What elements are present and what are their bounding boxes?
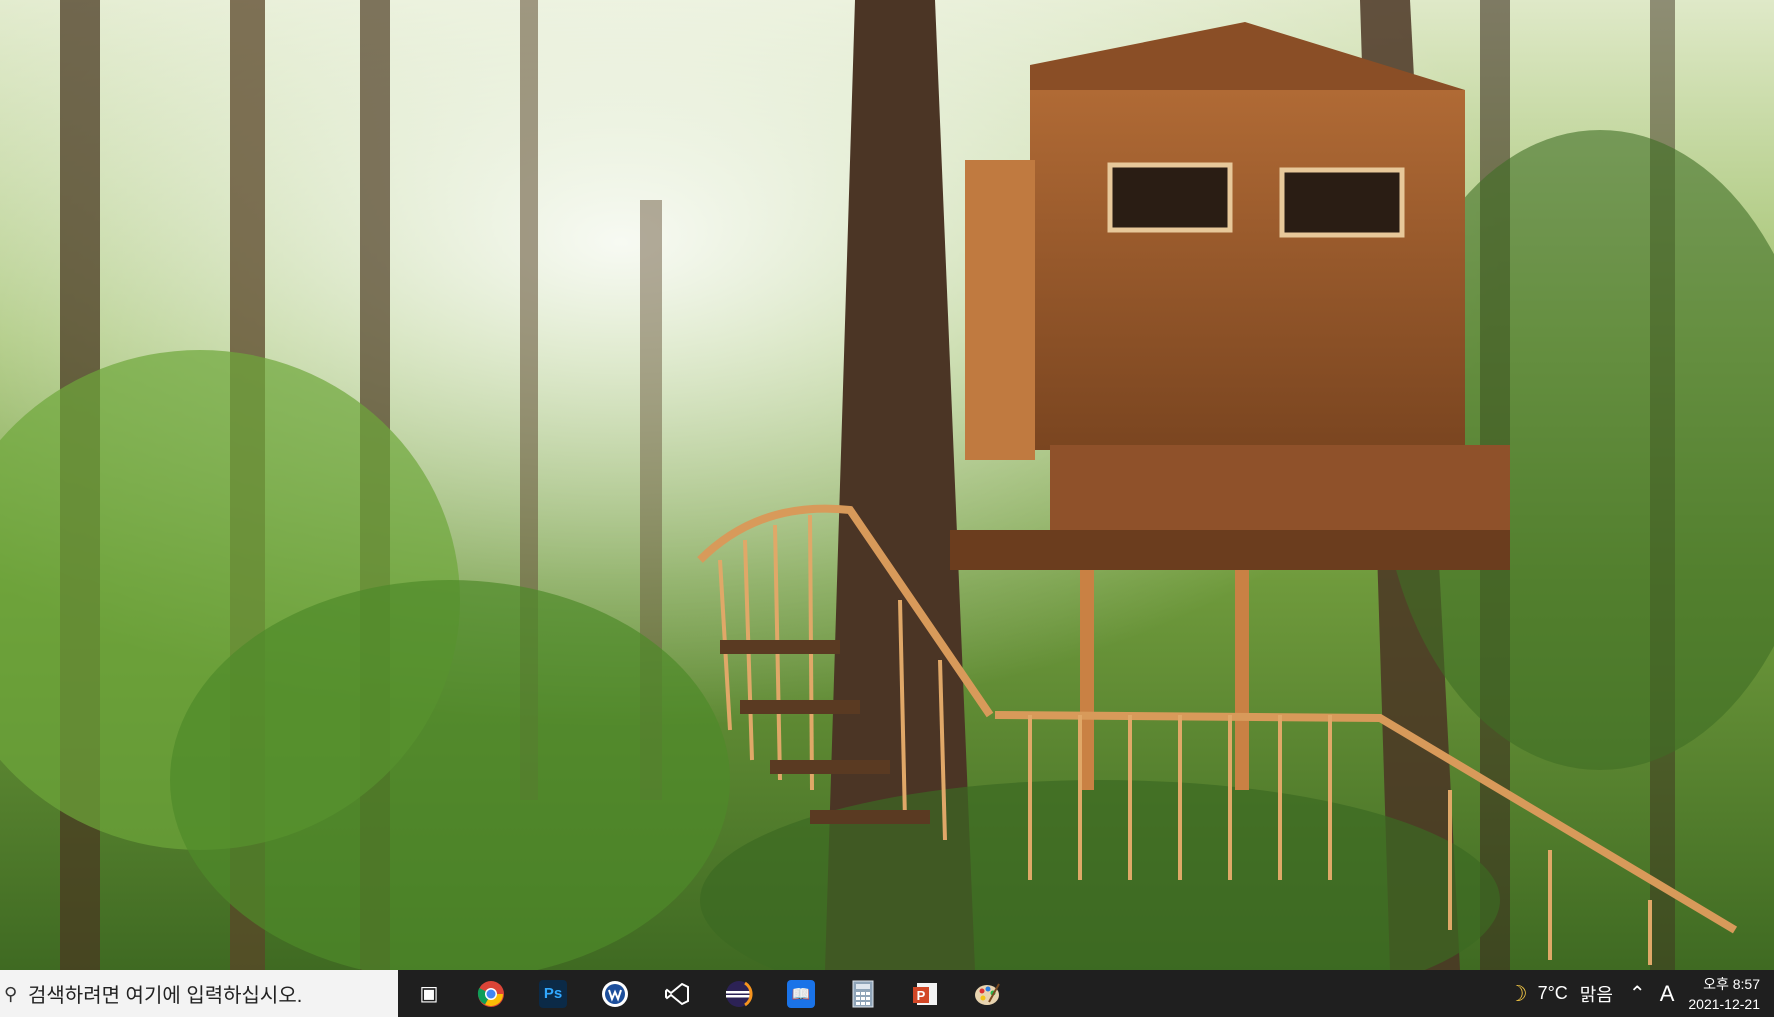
powerpoint-button[interactable]: P: [894, 970, 956, 1017]
eclipse-icon: [726, 980, 753, 1007]
wallpaper-treehouse-forest: [0, 0, 1774, 970]
show-hidden-icons-chevron-icon[interactable]: ⌃: [1629, 981, 1646, 1006]
calculator-button[interactable]: [832, 970, 894, 1017]
weather-temperature: 7°C: [1537, 983, 1568, 1003]
task-view-button[interactable]: ▣: [398, 970, 460, 1017]
visual-studio-button[interactable]: [646, 970, 708, 1017]
moon-icon: ☽: [1507, 980, 1528, 1006]
paint-button[interactable]: [956, 970, 1018, 1017]
chrome-button[interactable]: [460, 970, 522, 1017]
photoshop-button[interactable]: Ps: [522, 970, 584, 1017]
clock-time: 오후 8:57: [1703, 975, 1760, 992]
clock-date: 2021-12-21: [1688, 995, 1760, 1012]
paint-palette-icon: [975, 983, 1000, 1005]
search-placeholder: 검색하려면 여기에 입력하십시오.: [28, 985, 303, 1007]
reader-button[interactable]: 📖: [770, 970, 832, 1017]
w-app-icon: [602, 980, 628, 1007]
search-icon: ⚲: [4, 983, 18, 1004]
taskbar: ⚲ 검색하려면 여기에 입력하십시오. ▣ Ps 📖 P ☽ 7°C 맑음 ⌃ …: [0, 970, 1774, 1017]
desktop-wallpaper: [0, 0, 1774, 970]
chrome-icon: [477, 980, 504, 1007]
clock[interactable]: 오후 8:57 2021-12-21: [1688, 974, 1760, 1014]
book-icon: 📖: [787, 979, 815, 1008]
input-indicator[interactable]: A: [1660, 981, 1675, 1007]
photoshop-icon: Ps: [539, 979, 567, 1008]
powerpoint-icon: P: [913, 982, 937, 1005]
task-view-icon: ▣: [419, 983, 439, 1005]
weather-widget[interactable]: ☽ 7°C 맑음: [1508, 981, 1613, 1007]
svg-text:P: P: [917, 988, 926, 1003]
w-app-button[interactable]: [584, 970, 646, 1017]
calculator-icon: [852, 980, 874, 1007]
weather-condition: 맑음: [1579, 984, 1613, 1005]
system-tray: ☽ 7°C 맑음 ⌃ A 오후 8:57 2021-12-21: [1508, 970, 1774, 1017]
visual-studio-icon: [665, 982, 689, 1005]
eclipse-button[interactable]: [708, 970, 770, 1017]
taskbar-search-box[interactable]: ⚲ 검색하려면 여기에 입력하십시오.: [0, 970, 398, 1017]
